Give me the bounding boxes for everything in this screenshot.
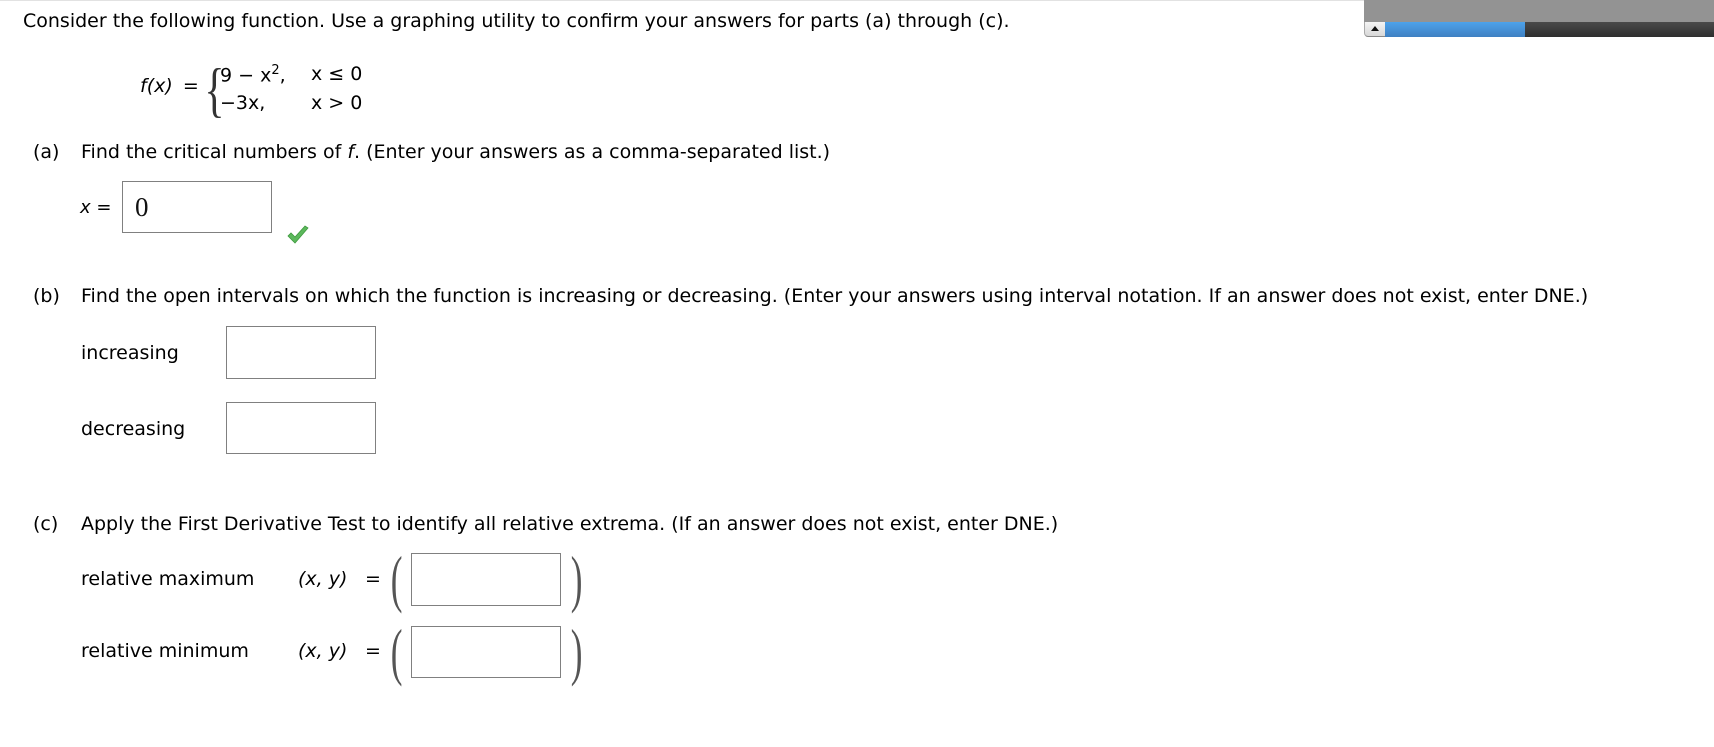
part-c-prompt: Apply the First Derivative Test to ident… [81, 513, 1059, 535]
function-equals: = [182, 75, 199, 97]
relative-minimum-input[interactable] [412, 627, 560, 677]
triangle-up-icon [1371, 26, 1379, 31]
critical-numbers-input[interactable] [123, 182, 271, 232]
piece-1-condition: x ≤ 0 [311, 63, 363, 85]
part-c-label: (c) [33, 513, 59, 535]
part-a-prompt-end: . (Enter your answers as a comma-separat… [354, 141, 831, 163]
checkmark-icon [287, 225, 309, 244]
increasing-label: increasing [81, 342, 179, 364]
piece-1-tail: , [279, 64, 286, 87]
part-a-prompt: Find the critical numbers of f. (Enter y… [81, 141, 830, 163]
piece-2-condition: x > 0 [311, 92, 363, 114]
relative-maximum-close-paren: ) [570, 543, 583, 614]
critical-numbers-field[interactable] [122, 181, 272, 233]
increasing-field[interactable] [226, 326, 376, 379]
decreasing-label: decreasing [81, 418, 186, 440]
part-a-prompt-start: Find the critical numbers of [81, 141, 348, 163]
piece-1-exponent: 2 [271, 63, 280, 78]
decreasing-field[interactable] [226, 402, 376, 454]
intro-text: Consider the following function. Use a g… [23, 10, 1010, 32]
relative-maximum-field[interactable] [411, 553, 561, 606]
relative-minimum-open-paren: ( [390, 616, 403, 687]
relative-minimum-equals: = [365, 640, 381, 662]
relative-maximum-label: relative maximum [81, 568, 255, 590]
relative-maximum-open-paren: ( [390, 543, 403, 614]
piece-2-expr: −3x, [220, 92, 266, 114]
function-name: f(x) [140, 75, 173, 97]
relative-minimum-field[interactable] [411, 626, 561, 678]
critical-numbers-label: x = [80, 197, 112, 218]
function-lhs: f(x) = [140, 75, 199, 97]
relative-maximum-coord-label: (x, y) [298, 568, 348, 590]
increasing-input[interactable] [227, 327, 375, 378]
piece-1-base: 9 − x [220, 64, 272, 87]
collapse-button[interactable] [1364, 22, 1385, 37]
relative-maximum-equals: = [365, 568, 381, 590]
piece-1-expr: 9 − x2, [220, 63, 286, 86]
progress-bar-fill [1385, 22, 1525, 37]
part-a-label: (a) [33, 141, 60, 163]
progress-bar-track [1525, 22, 1714, 37]
relative-minimum-close-paren: ) [570, 616, 583, 687]
decreasing-input[interactable] [227, 403, 375, 453]
relative-minimum-coord-label: (x, y) [298, 640, 348, 662]
top-toolbar [1364, 0, 1714, 22]
relative-minimum-label: relative minimum [81, 640, 249, 662]
part-a-prompt-var: f [347, 141, 355, 163]
relative-maximum-input[interactable] [412, 554, 560, 605]
part-b-label: (b) [33, 285, 60, 307]
part-b-prompt: Find the open intervals on which the fun… [81, 285, 1589, 307]
